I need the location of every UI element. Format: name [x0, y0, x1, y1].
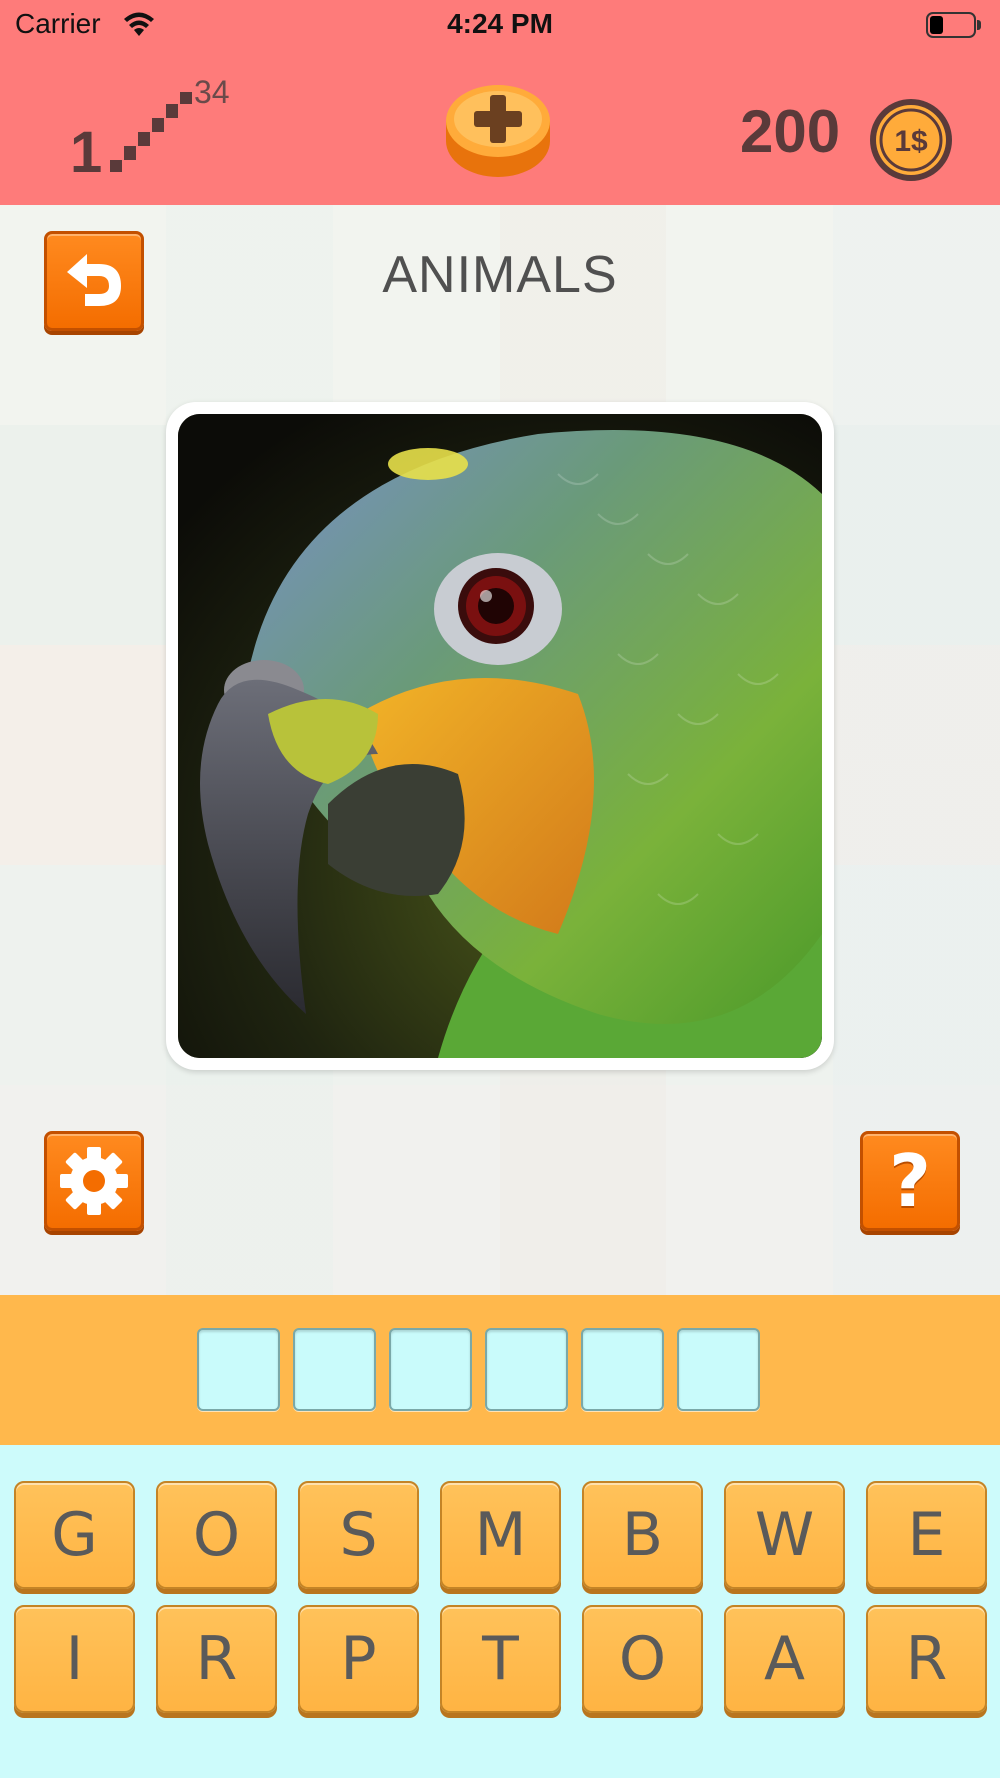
answer-slot[interactable] [485, 1328, 568, 1411]
letter-key[interactable]: W [724, 1481, 845, 1589]
letter-key[interactable]: R [866, 1605, 987, 1713]
total-levels: 34 [194, 74, 230, 110]
answer-area [0, 1295, 1000, 1445]
coin-label: 1$ [894, 125, 928, 158]
answer-slots [197, 1328, 760, 1411]
letter-key[interactable]: O [582, 1605, 703, 1713]
add-coins-button[interactable] [442, 75, 554, 183]
hint-button[interactable]: ? [860, 1131, 960, 1231]
puzzle-image-frame [166, 402, 834, 1070]
letter-key[interactable]: P [298, 1605, 419, 1713]
answer-slot[interactable] [293, 1328, 376, 1411]
answer-slot[interactable] [581, 1328, 664, 1411]
letter-keyboard: GOSMBWE IRPTOAR [0, 1445, 1000, 1778]
answer-slot[interactable] [389, 1328, 472, 1411]
answer-slot[interactable] [677, 1328, 760, 1411]
letter-key[interactable]: M [440, 1481, 561, 1589]
level-indicator: 1 34 [70, 64, 250, 185]
answer-slot[interactable] [197, 1328, 280, 1411]
letter-key[interactable]: E [866, 1481, 987, 1589]
puzzle-image [178, 414, 822, 1058]
stairs-icon [110, 92, 192, 172]
battery-icon [926, 12, 982, 38]
question-mark-icon: ? [889, 1139, 931, 1223]
dollar-coin-icon: 1$ [870, 99, 952, 181]
letter-key[interactable]: S [298, 1481, 419, 1589]
letter-key[interactable]: R [156, 1605, 277, 1713]
clock: 4:24 PM [447, 8, 553, 39]
status-bar: Carrier 4:24 PM [0, 0, 1000, 50]
keyboard-row-2: IRPTOAR [14, 1605, 987, 1713]
coin-balance: 200 [740, 98, 841, 165]
gear-icon [60, 1147, 128, 1215]
letter-key[interactable]: T [440, 1605, 561, 1713]
letter-key[interactable]: I [14, 1605, 135, 1713]
settings-button[interactable] [44, 1131, 144, 1231]
keyboard-row-1: GOSMBWE [14, 1481, 987, 1589]
letter-key[interactable]: G [14, 1481, 135, 1589]
letter-key[interactable]: B [582, 1481, 703, 1589]
current-level: 1 [70, 120, 103, 185]
letter-key[interactable]: A [724, 1605, 845, 1713]
category-title: ANIMALS [382, 246, 618, 304]
letter-key[interactable]: O [156, 1481, 277, 1589]
